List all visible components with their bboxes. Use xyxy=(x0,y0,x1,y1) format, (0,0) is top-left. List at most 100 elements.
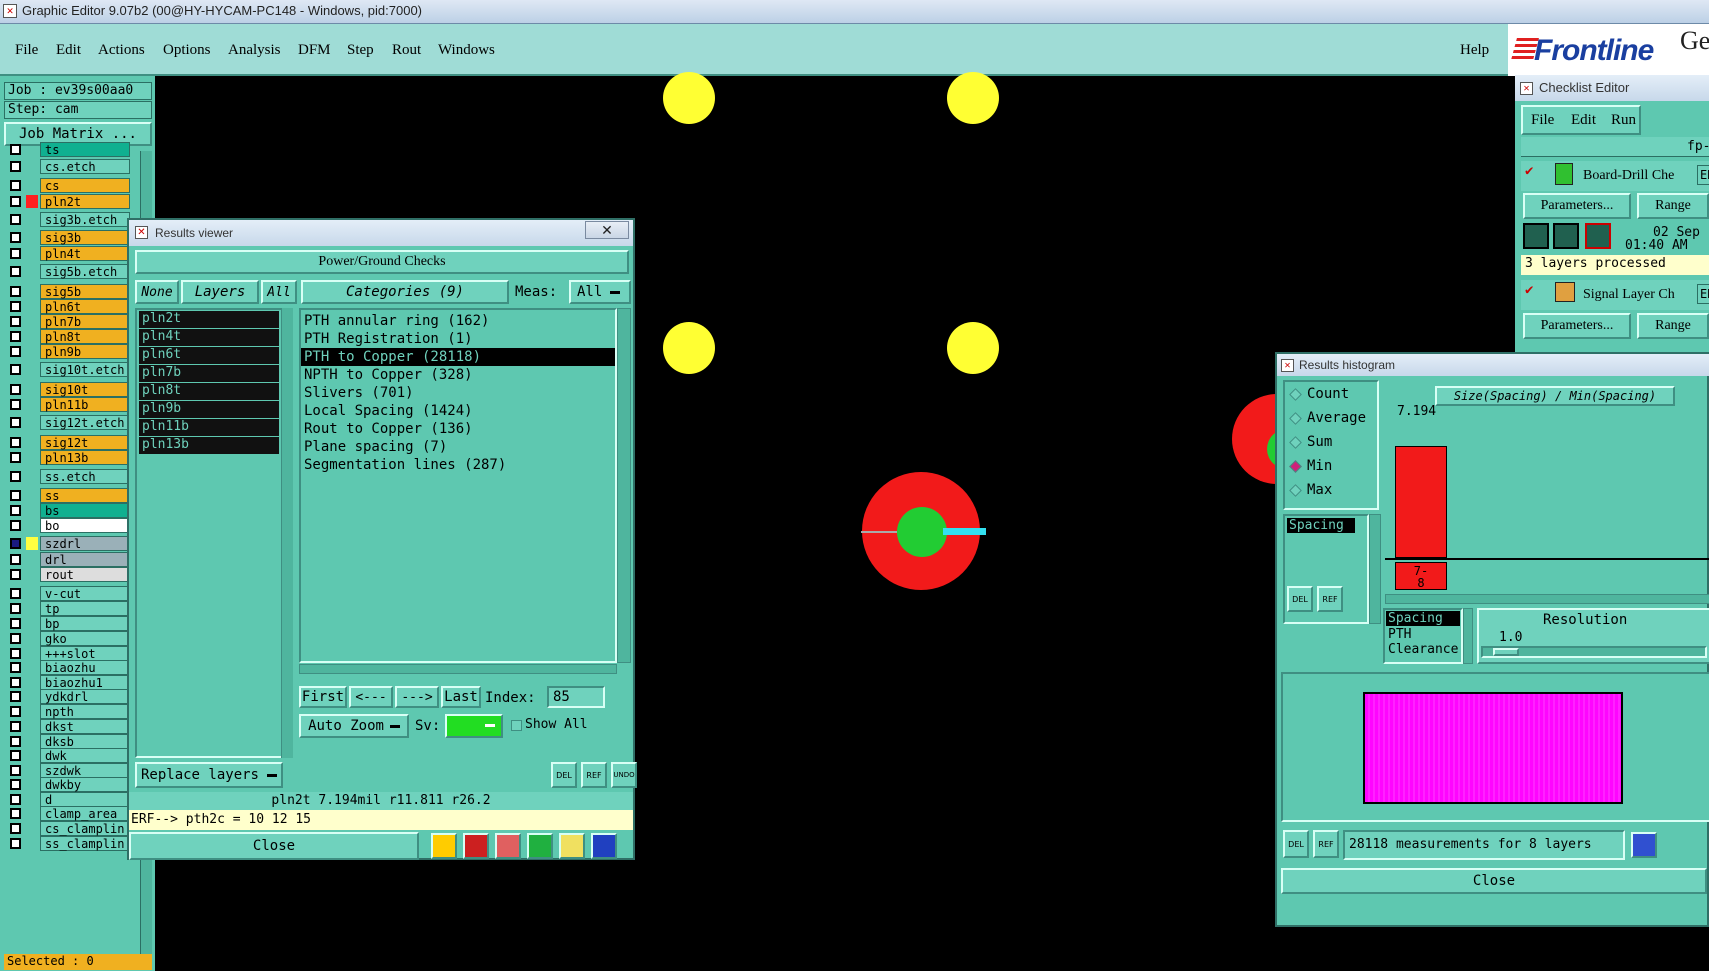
histogram-icon[interactable] xyxy=(591,833,617,859)
layer-row[interactable]: szdrl xyxy=(6,536,130,551)
layer-checkbox[interactable] xyxy=(10,736,21,747)
parameters-button[interactable]: Parameters... xyxy=(1523,193,1631,219)
resolution-slider[interactable] xyxy=(1481,646,1707,658)
layer-row[interactable]: pln13b xyxy=(6,450,130,465)
erf-disable-icon[interactable] xyxy=(495,833,521,859)
range-button[interactable]: Range xyxy=(1637,193,1709,219)
checklist-menu-file[interactable]: File xyxy=(1531,112,1554,129)
layer-row[interactable]: dwkby xyxy=(6,777,130,792)
menu-analysis[interactable]: Analysis xyxy=(228,42,281,59)
menu-dfm[interactable]: DFM xyxy=(298,42,331,59)
aggregate-option[interactable]: Max xyxy=(1285,478,1377,502)
aggregate-option[interactable]: Average xyxy=(1285,406,1377,430)
layer-list-scrollbar[interactable] xyxy=(281,308,293,758)
layer-checkbox[interactable] xyxy=(10,765,21,776)
layer-row[interactable]: pln9b xyxy=(6,344,130,359)
layer-row[interactable]: biaozhu1 xyxy=(6,675,130,690)
number-icon[interactable] xyxy=(527,833,553,859)
result-layer-item[interactable]: pln2t xyxy=(139,311,279,328)
menu-actions[interactable]: Actions xyxy=(98,42,145,59)
layer-row[interactable]: pln8t xyxy=(6,329,130,344)
parameters-button-2[interactable]: Parameters... xyxy=(1523,313,1631,339)
layer-result-list[interactable]: pln2t pln4t pln6t pln7b pln8t pln9b pln11b pln1… xyxy=(135,308,293,758)
layer-checkbox[interactable] xyxy=(10,384,21,395)
layer-checkbox[interactable] xyxy=(10,144,21,155)
layer-row[interactable]: pln11b xyxy=(6,397,130,412)
measure-list-scrollbar[interactable] xyxy=(1369,514,1381,624)
last-button[interactable]: Last xyxy=(441,686,481,708)
category-item[interactable]: PTH annular ring (162) xyxy=(301,312,615,330)
hist-del-button-2[interactable]: DEL xyxy=(1283,830,1309,858)
index-input[interactable]: 85 xyxy=(547,686,605,708)
layer-row[interactable]: sig5b.etch xyxy=(6,264,130,279)
layer-row[interactable]: sig10t xyxy=(6,382,130,397)
result-layer-item[interactable]: pln7b xyxy=(139,365,279,382)
category-list[interactable]: PTH annular ring (162) PTH Registration (… xyxy=(299,308,617,663)
del-button[interactable]: DEL xyxy=(551,762,577,788)
menu-edit[interactable]: Edit xyxy=(56,42,81,59)
layers-button[interactable]: Layers xyxy=(181,280,259,304)
layer-checkbox[interactable] xyxy=(10,706,21,717)
layer-checkbox[interactable] xyxy=(10,316,21,327)
run-icon[interactable] xyxy=(1523,223,1549,249)
layer-row[interactable]: ss_clamplin xyxy=(6,836,130,851)
none-button[interactable]: None xyxy=(135,280,179,304)
category-item[interactable]: Segmentation lines (287) xyxy=(301,456,615,474)
replace-layers-dropdown[interactable]: Replace layers xyxy=(135,762,283,788)
layer-checkbox[interactable] xyxy=(10,266,21,277)
layer-checkbox[interactable] xyxy=(10,721,21,732)
close-icon[interactable]: ✕ xyxy=(585,221,629,239)
layer-row[interactable]: ydkdrl xyxy=(6,689,130,704)
undo-button[interactable]: UNDO xyxy=(611,762,637,788)
histogram-titlebar[interactable]: ✕ Results histogram xyxy=(1277,354,1709,376)
layer-checkbox[interactable] xyxy=(10,417,21,428)
result-layer-item[interactable]: pln9b xyxy=(139,401,279,418)
category-item[interactable]: PTH Registration (1) xyxy=(301,330,615,348)
layer-row[interactable]: cs xyxy=(6,178,130,193)
result-layer-item[interactable]: pln6t xyxy=(139,347,279,364)
layer-checkbox[interactable] xyxy=(10,823,21,834)
ref-button[interactable]: REF xyxy=(581,762,607,788)
filter-icon[interactable] xyxy=(431,833,457,859)
layer-row[interactable]: cs.etch xyxy=(6,159,130,174)
layer-checkbox[interactable] xyxy=(10,808,21,819)
aggregate-option[interactable]: Sum xyxy=(1285,430,1377,454)
range-button-2[interactable]: Range xyxy=(1637,313,1709,339)
checkmark-icon[interactable]: ✔ xyxy=(1525,163,1533,179)
category-item[interactable]: Slivers (701) xyxy=(301,384,615,402)
layer-row[interactable]: clamp_area xyxy=(6,806,130,821)
layer-checkbox[interactable] xyxy=(10,180,21,191)
layer-checkbox[interactable] xyxy=(10,232,21,243)
layer-checkbox[interactable] xyxy=(10,554,21,565)
layer-row[interactable]: bs xyxy=(6,503,130,518)
layer-row[interactable]: drl xyxy=(6,552,130,567)
slider-thumb[interactable] xyxy=(1493,648,1519,656)
layer-checkbox[interactable] xyxy=(10,331,21,342)
sv-color-dropdown[interactable] xyxy=(445,714,503,738)
category-item[interactable]: Plane spacing (7) xyxy=(301,438,615,456)
layer-row[interactable]: dwk xyxy=(6,748,130,763)
check-row-1[interactable]: ✔ Board-Drill Che ER xyxy=(1521,161,1709,191)
menu-rout[interactable]: Rout xyxy=(392,42,421,59)
menu-options[interactable]: Options xyxy=(163,42,211,59)
type-list-scrollbar[interactable] xyxy=(1463,608,1473,664)
category-hscrollbar[interactable] xyxy=(299,664,617,674)
radio-diamond-icon[interactable] xyxy=(1289,412,1302,425)
run-icon[interactable] xyxy=(1553,223,1579,249)
category-item[interactable]: Rout to Copper (136) xyxy=(301,420,615,438)
type-list[interactable]: Spacing PTH Clearance xyxy=(1383,608,1463,664)
hist-del-button[interactable]: DEL xyxy=(1287,586,1313,612)
close-button[interactable]: Close xyxy=(129,832,419,860)
auto-zoom-dropdown[interactable]: Auto Zoom xyxy=(299,714,409,738)
layer-row[interactable]: cs_clamplin xyxy=(6,821,130,836)
layer-row[interactable]: sig3b.etch xyxy=(6,212,130,227)
all-button[interactable]: All xyxy=(261,280,297,304)
layer-checkbox[interactable] xyxy=(10,399,21,410)
result-layer-item[interactable]: pln4t xyxy=(139,329,279,346)
layer-checkbox[interactable] xyxy=(10,471,21,482)
layer-row[interactable]: sig12t.etch xyxy=(6,415,130,430)
layer-row[interactable]: ss xyxy=(6,488,130,503)
layer-row[interactable]: biaozhu xyxy=(6,660,130,675)
layer-row[interactable]: dkst xyxy=(6,719,130,734)
first-button[interactable]: First xyxy=(299,686,347,708)
